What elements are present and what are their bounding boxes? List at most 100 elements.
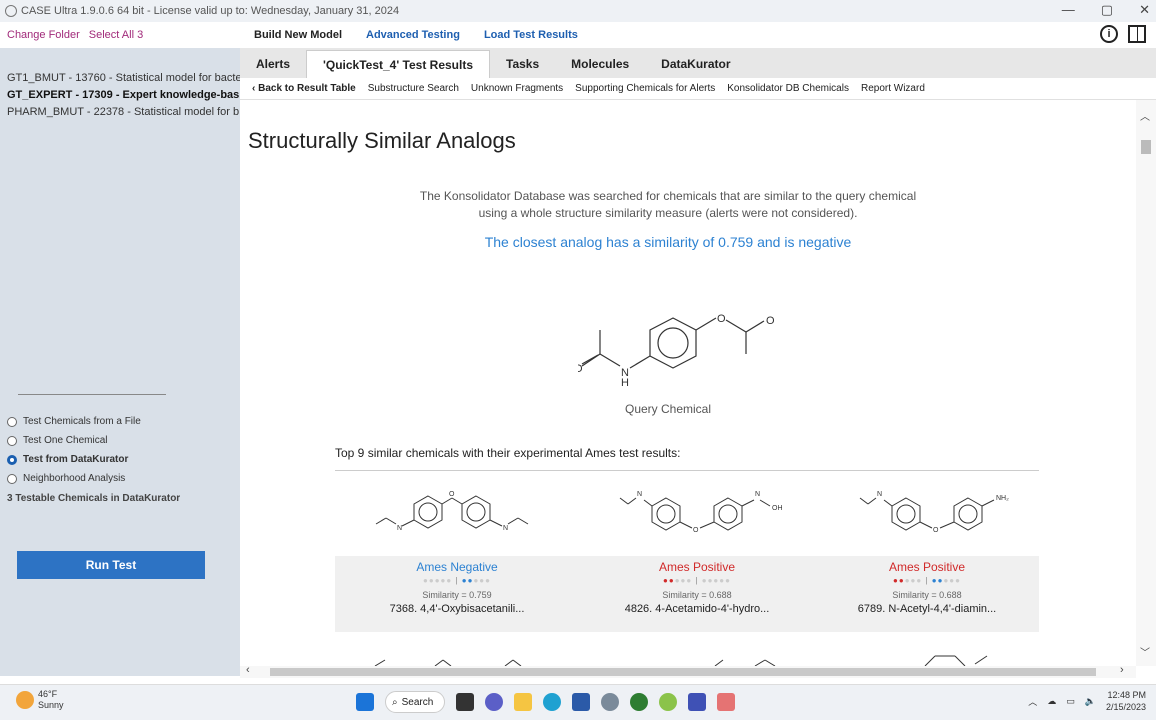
date: 2/15/2023 xyxy=(1105,702,1146,712)
app-icon[interactable] xyxy=(630,693,648,711)
svg-text:N: N xyxy=(503,525,508,532)
change-folder-link[interactable]: Change Folder xyxy=(7,29,80,41)
analog-card[interactable]: Ames Positive ●●●●● | ●●●●● Similarity =… xyxy=(581,560,813,615)
divider xyxy=(335,470,1039,471)
evidence-dots: ●●●●● | ●●●●● xyxy=(893,576,961,585)
svg-text:NH₂: NH₂ xyxy=(996,495,1009,502)
sun-icon xyxy=(16,691,34,709)
supporting-chemicals-link[interactable]: Supporting Chemicals for Alerts xyxy=(575,83,715,94)
analog-card[interactable]: Ames Positive ●●●●● | ●●●●● Similarity =… xyxy=(811,560,1043,615)
title-bar: CASE Ultra 1.9.0.6 64 bit - License vali… xyxy=(0,0,1156,22)
svg-text:OH: OH xyxy=(772,505,783,512)
speaker-icon[interactable]: 🔈 xyxy=(1085,696,1096,707)
sidebar: Change Folder Select All 3 GT1_BMUT - 13… xyxy=(0,22,240,676)
window-title: CASE Ultra 1.9.0.6 64 bit - License vali… xyxy=(21,5,400,17)
structure-6789: O N NH₂ xyxy=(859,491,1009,534)
case-ultra-icon[interactable] xyxy=(717,693,735,711)
load-test-results-link[interactable]: Load Test Results xyxy=(484,29,578,41)
svg-text:O: O xyxy=(766,315,775,327)
manual-icon[interactable] xyxy=(1128,25,1146,43)
svg-text:N: N xyxy=(755,491,760,498)
description: The Konsolidator Database was searched f… xyxy=(240,188,1096,222)
scroll-thumb[interactable] xyxy=(270,668,1096,676)
substructure-search-link[interactable]: Substructure Search xyxy=(368,83,459,94)
clock[interactable]: 12:48 PM 2/15/2023 xyxy=(1106,689,1146,713)
report-wizard-link[interactable]: Report Wizard xyxy=(861,83,925,94)
scroll-up-icon[interactable]: ︿ xyxy=(1140,108,1150,123)
task-view-icon[interactable] xyxy=(456,693,474,711)
chevron-up-icon[interactable]: ︿ xyxy=(1028,695,1037,708)
search-icon: ⌕ xyxy=(392,696,398,708)
description-line: using a whole structure similarity measu… xyxy=(478,206,858,220)
similarity-value: Similarity = 0.759 xyxy=(422,590,492,600)
scroll-down-icon[interactable]: ﹀ xyxy=(1140,644,1150,659)
horizontal-scrollbar[interactable]: ‹ › xyxy=(240,664,1136,678)
tab-test-results[interactable]: 'QuickTest_4' Test Results xyxy=(306,50,490,78)
notepad-icon[interactable] xyxy=(688,693,706,711)
tab-bar: Alerts 'QuickTest_4' Test Results Tasks … xyxy=(240,48,1156,78)
svg-text:O: O xyxy=(717,313,726,325)
windows-start-icon[interactable] xyxy=(356,693,374,711)
chemical-name: 4826. 4-Acetamido-4'-hydro... xyxy=(624,603,770,615)
tab-alerts[interactable]: Alerts xyxy=(240,50,306,78)
svg-text:N: N xyxy=(877,491,882,498)
maximize-button[interactable]: ▢ xyxy=(1101,2,1113,18)
weather-widget[interactable]: 46°F Sunny xyxy=(16,689,64,711)
app-icon[interactable] xyxy=(659,693,677,711)
tab-datakurator[interactable]: DataKurator xyxy=(645,50,746,78)
svg-text:O: O xyxy=(578,363,583,375)
scroll-thumb[interactable] xyxy=(1141,140,1151,154)
radio-icon xyxy=(7,435,17,446)
info-icon[interactable]: i xyxy=(1100,25,1118,43)
radio-label: Test One Chemical xyxy=(23,435,108,446)
taskbar-search[interactable]: ⌕ Search xyxy=(385,691,445,713)
similar-chemicals-heading: Top 9 similar chemicals with their exper… xyxy=(335,446,681,460)
description-line: The Konsolidator Database was searched f… xyxy=(419,189,917,203)
results-content: Structurally Similar Analogs The Konsoli… xyxy=(240,100,1136,666)
model-item[interactable]: PHARM_BMUT - 22378 - Statistical model f… xyxy=(0,104,240,121)
store-icon[interactable] xyxy=(572,693,590,711)
settings-icon[interactable] xyxy=(601,693,619,711)
back-to-result-table-link[interactable]: ‹ Back to Result Table xyxy=(252,83,356,94)
svg-text:O: O xyxy=(693,527,699,534)
analog-card[interactable]: Ames Negative ●●●●● | ●●●●● Similarity =… xyxy=(341,560,573,615)
radio-neighborhood-analysis[interactable]: Neighborhood Analysis xyxy=(0,469,240,488)
file-explorer-icon[interactable] xyxy=(514,693,532,711)
chemical-name: 6789. N-Acetyl-4,4'-diamin... xyxy=(857,603,997,615)
close-button[interactable]: ✕ xyxy=(1139,2,1150,18)
display-icon[interactable]: ▭ xyxy=(1066,696,1075,707)
evidence-dots: ●●●●● | ●●●●● xyxy=(423,576,491,585)
edge-icon[interactable] xyxy=(543,693,561,711)
top-nav: Build New Model Advanced Testing Load Te… xyxy=(240,22,1156,48)
tab-molecules[interactable]: Molecules xyxy=(555,50,645,78)
select-all-link[interactable]: Select All 3 xyxy=(89,29,143,41)
konsolidator-db-chemicals-link[interactable]: Konsolidator DB Chemicals xyxy=(727,83,849,94)
model-item[interactable]: GT_EXPERT - 17309 - Expert knowledge-bas xyxy=(0,87,240,104)
radio-test-from-file[interactable]: Test Chemicals from a File xyxy=(0,412,240,431)
evidence-dots: ●●●●● | ●●●●● xyxy=(663,576,731,585)
radio-selected-icon xyxy=(7,454,17,465)
radio-label: Test from DataKurator xyxy=(23,454,129,465)
run-test-button[interactable]: Run Test xyxy=(17,551,205,579)
ames-result: Ames Negative xyxy=(416,560,498,574)
testable-count: 3 Testable Chemicals in DataKurator xyxy=(7,493,181,504)
structure-4826: O N N OH xyxy=(619,491,783,534)
radio-test-from-datakurator[interactable]: Test from DataKurator xyxy=(0,450,240,469)
taskbar: 46°F Sunny ⌕ Search ︿ ☁ ▭ 🔈 12:48 PM 2/15… xyxy=(0,684,1156,720)
unknown-fragments-link[interactable]: Unknown Fragments xyxy=(471,83,563,94)
cloud-icon[interactable]: ☁ xyxy=(1047,696,1056,707)
radio-test-one-chemical[interactable]: Test One Chemical xyxy=(0,431,240,450)
minimize-button[interactable]: — xyxy=(1062,2,1075,18)
scroll-left-icon[interactable]: ‹ xyxy=(246,664,250,676)
svg-text:N: N xyxy=(637,491,642,498)
svg-text:O: O xyxy=(933,527,939,534)
radio-icon xyxy=(7,473,17,484)
vertical-scrollbar[interactable]: ︿ ﹀ xyxy=(1136,100,1156,666)
advanced-testing-link[interactable]: Advanced Testing xyxy=(366,29,460,41)
model-item[interactable]: GT1_BMUT - 13760 - Statistical model for… xyxy=(0,70,240,87)
build-new-model-link[interactable]: Build New Model xyxy=(254,29,342,41)
scroll-right-icon[interactable]: › xyxy=(1120,664,1124,676)
tab-tasks[interactable]: Tasks xyxy=(490,50,555,78)
chat-icon[interactable] xyxy=(485,693,503,711)
svg-text:O: O xyxy=(449,491,455,498)
